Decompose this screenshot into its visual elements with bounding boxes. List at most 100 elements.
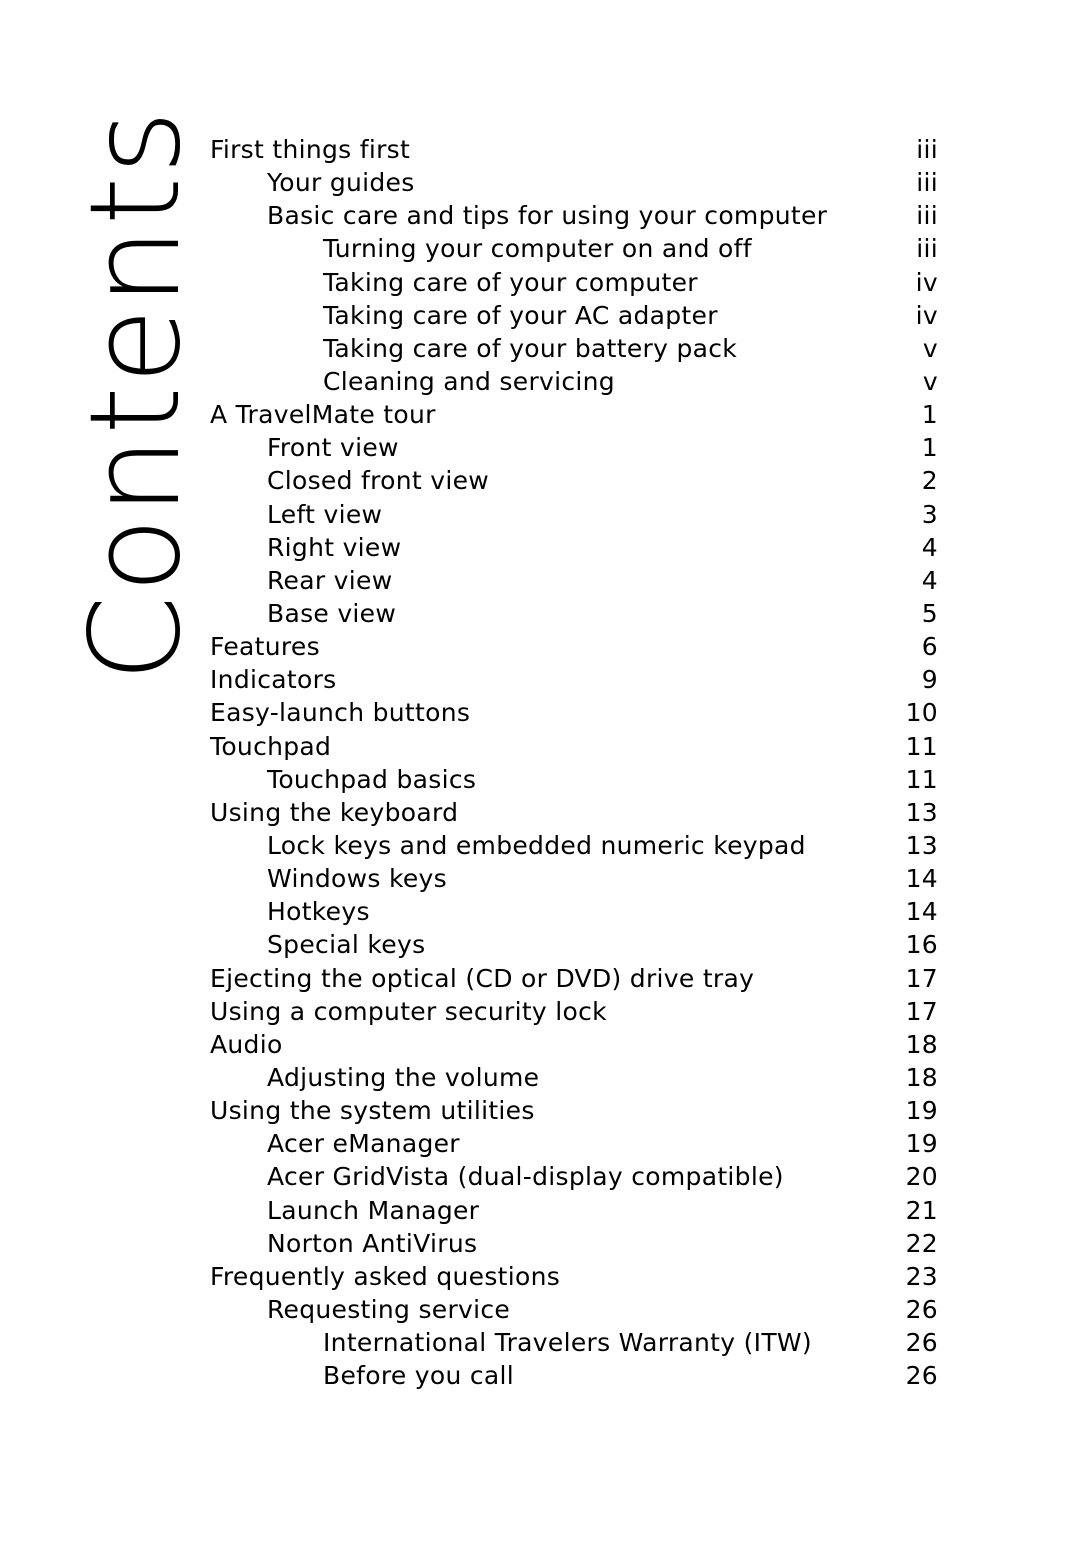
toc-entry[interactable]: Turning your computer on and off iii [210,232,938,265]
toc-entry-label[interactable]: Touchpad basics [267,763,476,796]
toc-entry[interactable]: Adjusting the volume 18 [210,1061,938,1094]
toc-entry-label[interactable]: Easy-launch buttons [210,696,470,729]
toc-entry[interactable]: Norton AntiVirus 22 [210,1227,938,1260]
toc-entry-label[interactable]: First things first [210,133,410,166]
toc-entry[interactable]: Right view 4 [210,531,938,564]
toc-entry-page-number[interactable]: 5 [922,597,938,630]
toc-entry[interactable]: Taking care of your computer iv [210,266,938,299]
toc-entry-page-number[interactable]: 19 [906,1094,938,1127]
toc-entry-label[interactable]: Basic care and tips for using your compu… [267,199,827,232]
toc-entry[interactable]: Acer GridVista (dual-display compatible)… [210,1160,938,1193]
toc-entry-label[interactable]: Left view [267,498,382,531]
toc-entry-label[interactable]: Lock keys and embedded numeric keypad [267,829,806,862]
toc-entry-label[interactable]: Taking care of your computer [323,266,698,299]
toc-entry[interactable]: Indicators 9 [210,663,938,696]
toc-entry-page-number[interactable]: 20 [906,1160,938,1193]
toc-entry-page-number[interactable]: 11 [906,763,938,796]
toc-entry-page-number[interactable]: 26 [906,1359,938,1392]
toc-entry[interactable]: Windows keys 14 [210,862,938,895]
toc-entry-label[interactable]: Taking care of your battery pack [323,332,737,365]
toc-entry-label[interactable]: Rear view [267,564,392,597]
toc-entry-page-number[interactable]: 18 [906,1028,938,1061]
toc-entry-page-number[interactable]: 26 [906,1326,938,1359]
toc-entry-label[interactable]: International Travelers Warranty (ITW) [323,1326,812,1359]
toc-entry[interactable]: Touchpad basics 11 [210,763,938,796]
toc-entry-page-number[interactable]: iii [916,166,938,199]
toc-entry-label[interactable]: Ejecting the optical (CD or DVD) drive t… [210,962,754,995]
toc-entry[interactable]: Special keys 16 [210,928,938,961]
toc-entry-page-number[interactable]: 11 [906,730,938,763]
toc-entry-label[interactable]: Using a computer security lock [210,995,607,1028]
toc-entry-page-number[interactable]: 17 [906,962,938,995]
toc-entry-page-number[interactable]: 1 [922,431,938,464]
toc-entry-page-number[interactable]: iv [916,266,938,299]
toc-entry-page-number[interactable]: 17 [906,995,938,1028]
toc-entry[interactable]: Requesting service 26 [210,1293,938,1326]
toc-entry[interactable]: Features 6 [210,630,938,663]
toc-entry-page-number[interactable]: 26 [906,1293,938,1326]
toc-entry[interactable]: Taking care of your battery pack v [210,332,938,365]
toc-entry[interactable]: Taking care of your AC adapter iv [210,299,938,332]
toc-entry-label[interactable]: Front view [267,431,399,464]
toc-entry[interactable]: Front view 1 [210,431,938,464]
toc-entry-label[interactable]: Features [210,630,320,663]
toc-entry-page-number[interactable]: 19 [906,1127,938,1160]
toc-entry-label[interactable]: Turning your computer on and off [323,232,752,265]
toc-entry-page-number[interactable]: 4 [922,564,938,597]
toc-entry-page-number[interactable]: 14 [906,862,938,895]
toc-entry-page-number[interactable]: 13 [906,829,938,862]
toc-entry-page-number[interactable]: 18 [906,1061,938,1094]
toc-entry-label[interactable]: Special keys [267,928,425,961]
toc-entry[interactable]: Closed front view 2 [210,464,938,497]
toc-entry-label[interactable]: Acer eManager [267,1127,460,1160]
toc-entry-page-number[interactable]: 3 [922,498,938,531]
toc-entry[interactable]: Launch Manager 21 [210,1194,938,1227]
toc-entry[interactable]: Before you call 26 [210,1359,938,1392]
toc-entry[interactable]: International Travelers Warranty (ITW) 26 [210,1326,938,1359]
toc-entry-label[interactable]: Your guides [267,166,415,199]
toc-entry[interactable]: First things first iii [210,133,938,166]
toc-entry-label[interactable]: Acer GridVista (dual-display compatible) [267,1160,784,1193]
toc-entry-label[interactable]: Hotkeys [267,895,370,928]
toc-entry-page-number[interactable]: iii [916,232,938,265]
toc-entry-label[interactable]: Norton AntiVirus [267,1227,477,1260]
toc-entry[interactable]: Using the keyboard 13 [210,796,938,829]
toc-entry-label[interactable]: Windows keys [267,862,447,895]
toc-entry-label[interactable]: Using the system utilities [210,1094,535,1127]
toc-entry-label[interactable]: Frequently asked questions [210,1260,560,1293]
toc-entry[interactable]: Left view 3 [210,498,938,531]
toc-entry-label[interactable]: Indicators [210,663,337,696]
toc-entry[interactable]: Basic care and tips for using your compu… [210,199,938,232]
toc-entry[interactable]: Cleaning and servicing v [210,365,938,398]
toc-entry-label[interactable]: A TravelMate tour [210,398,436,431]
toc-entry-page-number[interactable]: 9 [922,663,938,696]
toc-entry-label[interactable]: Before you call [323,1359,514,1392]
toc-entry[interactable]: A TravelMate tour 1 [210,398,938,431]
toc-entry[interactable]: Frequently asked questions 23 [210,1260,938,1293]
toc-entry-page-number[interactable]: 22 [906,1227,938,1260]
toc-entry-page-number[interactable]: 16 [906,928,938,961]
toc-entry-page-number[interactable]: 14 [906,895,938,928]
toc-entry[interactable]: Easy-launch buttons 10 [210,696,938,729]
toc-entry-page-number[interactable]: iii [916,133,938,166]
toc-entry[interactable]: Using a computer security lock 17 [210,995,938,1028]
toc-entry[interactable]: Audio 18 [210,1028,938,1061]
toc-entry-label[interactable]: Requesting service [267,1293,510,1326]
toc-entry-page-number[interactable]: 23 [906,1260,938,1293]
toc-entry-page-number[interactable]: 6 [922,630,938,663]
toc-entry[interactable]: Lock keys and embedded numeric keypad 13 [210,829,938,862]
toc-entry-label[interactable]: Audio [210,1028,283,1061]
toc-entry-page-number[interactable]: iii [916,199,938,232]
toc-entry-page-number[interactable]: 4 [922,531,938,564]
toc-entry-page-number[interactable]: 1 [922,398,938,431]
toc-entry[interactable]: Base view 5 [210,597,938,630]
toc-entry-page-number[interactable]: v [923,332,938,365]
toc-entry-label[interactable]: Cleaning and servicing [323,365,615,398]
toc-entry[interactable]: Hotkeys 14 [210,895,938,928]
toc-entry[interactable]: Ejecting the optical (CD or DVD) drive t… [210,962,938,995]
toc-entry-label[interactable]: Adjusting the volume [267,1061,539,1094]
toc-entry[interactable]: Acer eManager 19 [210,1127,938,1160]
toc-entry-label[interactable]: Taking care of your AC adapter [323,299,718,332]
toc-entry-label[interactable]: Right view [267,531,401,564]
toc-entry-label[interactable]: Base view [267,597,396,630]
